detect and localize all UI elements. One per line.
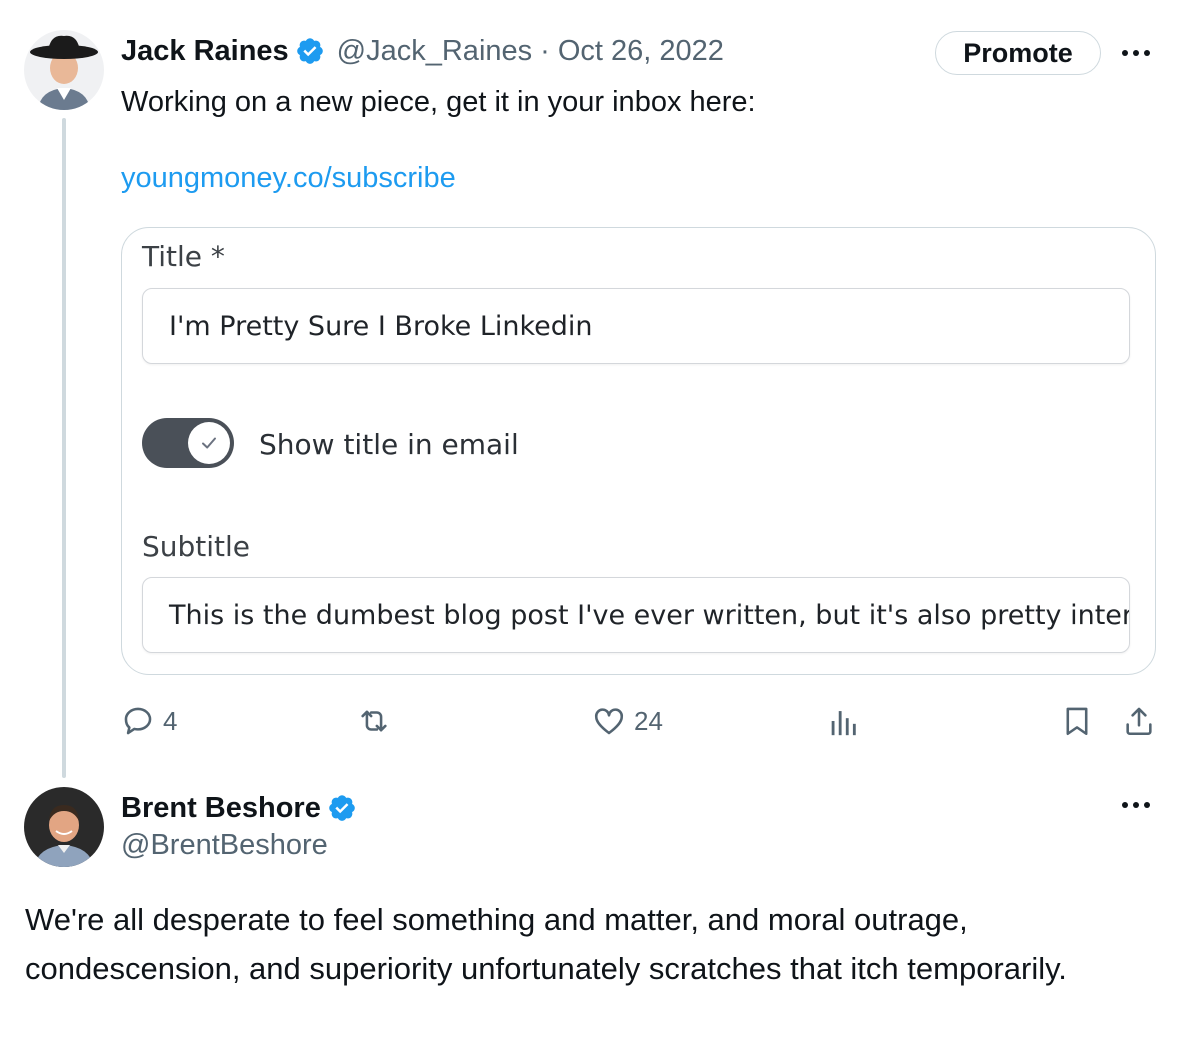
author-name[interactable]: Jack Raines <box>121 35 289 68</box>
checkmark-icon <box>202 437 216 449</box>
bookmark-icon <box>1066 707 1088 736</box>
reply-count: 4 <box>163 705 178 736</box>
reply-author-handle[interactable]: @BrentBeshore <box>121 829 328 862</box>
reply-header: Brent Beshore <box>121 787 357 829</box>
toggle-knob <box>188 422 230 464</box>
avatar-jack-raines-image <box>24 30 104 110</box>
avatar-brent-beshore[interactable] <box>24 787 104 867</box>
verified-badge-icon <box>296 38 323 64</box>
share-icon <box>1126 707 1152 736</box>
tweet-date[interactable]: Oct 26, 2022 <box>558 35 724 68</box>
tweet-header: Jack Raines @Jack_Raines · Oct 26, 2022 <box>121 30 724 72</box>
views-action[interactable] <box>828 704 858 738</box>
more-icon[interactable] <box>1122 802 1156 812</box>
more-icon[interactable] <box>1122 50 1156 60</box>
like-action[interactable]: 24 <box>592 704 663 738</box>
avatar-brent-beshore-image <box>24 787 104 867</box>
subscribe-link[interactable]: youngmoney.co/subscribe <box>121 162 456 195</box>
reply-action[interactable]: 4 <box>121 704 177 738</box>
like-count: 24 <box>634 705 663 736</box>
avatar-jack-raines[interactable] <box>24 30 104 110</box>
promote-button[interactable]: Promote <box>935 31 1101 75</box>
views-icon <box>831 711 856 736</box>
reply-author-name[interactable]: Brent Beshore <box>121 792 321 825</box>
thread-connector-line <box>62 118 66 778</box>
date-separator: · <box>540 34 550 67</box>
toggle-label: Show title in email <box>259 428 519 461</box>
show-title-toggle <box>142 418 234 468</box>
title-field-label: Title * <box>142 240 225 273</box>
tweet-text: Working on a new piece, get it in your i… <box>121 86 756 118</box>
subtitle-input: This is the dumbest blog post I've ever … <box>142 577 1130 653</box>
verified-badge-icon <box>329 795 355 821</box>
author-handle[interactable]: @Jack_Raines <box>337 35 532 68</box>
title-input: I'm Pretty Sure I Broke Linkedin <box>142 288 1130 364</box>
reply-icon <box>124 707 152 735</box>
share-action[interactable] <box>1122 704 1156 738</box>
reply-text: We're all desperate to feel something an… <box>25 902 1067 986</box>
retweet-icon <box>361 710 387 732</box>
subtitle-field-label: Subtitle <box>142 530 251 563</box>
like-icon <box>594 708 624 735</box>
bookmark-action[interactable] <box>1062 704 1092 738</box>
retweet-action[interactable] <box>355 704 401 738</box>
